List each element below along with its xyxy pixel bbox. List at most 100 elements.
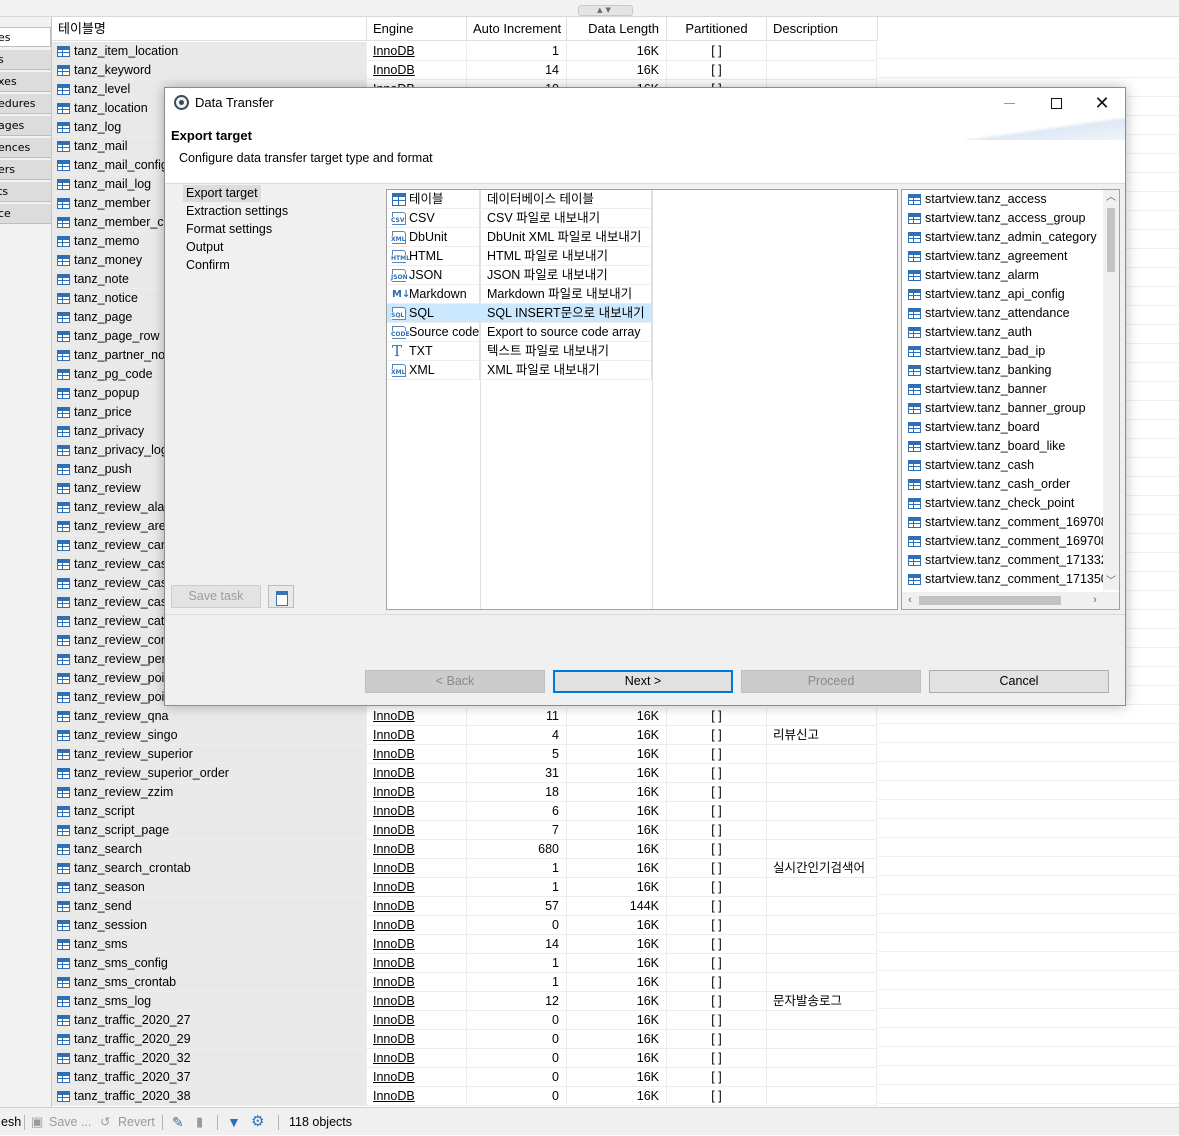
engine-cell[interactable]: InnoDB [367, 1011, 467, 1030]
source-table-item[interactable]: startview.tanz_check_point [902, 494, 1104, 513]
table-row[interactable]: tanz_review_qna InnoDB 11 16K[ ] [52, 707, 878, 726]
engine-cell[interactable]: InnoDB [367, 840, 467, 859]
table-row[interactable]: tanz_review_superior_order InnoDB 31 16K[ ] [52, 764, 878, 783]
save-task-icon-button[interactable] [268, 585, 294, 608]
table-row[interactable]: tanz_sms_crontab InnoDB 1 16K[ ] [52, 973, 878, 992]
source-table-item[interactable]: startview.tanz_attendance [902, 304, 1104, 323]
export-type-row[interactable]: Source codeExport to source code array [387, 323, 897, 342]
source-table-item[interactable]: startview.tanz_board [902, 418, 1104, 437]
back-button[interactable]: < Back [365, 670, 545, 693]
object-tab[interactable]: s [0, 50, 51, 70]
minimize-icon[interactable] [987, 88, 1033, 118]
horizontal-scroll-thumb[interactable] [919, 596, 1061, 605]
column-header-name[interactable]: 테이블명 [52, 17, 367, 41]
source-table-item[interactable]: startview.tanz_bad_ip [902, 342, 1104, 361]
proceed-button[interactable]: Proceed [741, 670, 921, 693]
engine-cell[interactable]: InnoDB [367, 859, 467, 878]
export-type-row[interactable]: JSON JSON 파일로 내보내기 [387, 266, 897, 285]
source-table-item[interactable]: startview.tanz_comment_171350 [902, 570, 1104, 589]
table-row[interactable]: tanz_sms InnoDB 14 16K[ ] [52, 935, 878, 954]
engine-cell[interactable]: InnoDB [367, 61, 467, 80]
scroll-right-icon[interactable]: › [1087, 592, 1103, 609]
engine-cell[interactable]: InnoDB [367, 707, 467, 726]
table-row[interactable]: tanz_session InnoDB 0 16K[ ] [52, 916, 878, 935]
source-table-item[interactable]: startview.tanz_access [902, 190, 1104, 209]
close-icon[interactable]: ✕ [1079, 88, 1125, 118]
revert-button[interactable]: Revert [118, 1108, 155, 1136]
gear-icon[interactable]: ⚙ [251, 1108, 264, 1136]
engine-cell[interactable]: InnoDB [367, 916, 467, 935]
source-table-item[interactable]: startview.tanz_comment_171332 [902, 551, 1104, 570]
source-table-item[interactable]: startview.tanz_admin_category [902, 228, 1104, 247]
object-tab[interactable]: es [0, 27, 51, 47]
engine-cell[interactable]: InnoDB [367, 1049, 467, 1068]
scroll-up-icon[interactable]: ︿ [1103, 190, 1119, 206]
scroll-left-icon[interactable]: ‹ [902, 592, 918, 609]
engine-cell[interactable]: InnoDB [367, 897, 467, 916]
table-row[interactable]: tanz_search_crontab InnoDB 1 16K[ ] 실시간인기검색어 [52, 859, 878, 878]
export-type-row[interactable]: T TXT 텍스트 파일로 내보내기 [387, 342, 897, 361]
engine-cell[interactable]: InnoDB [367, 1030, 467, 1049]
column-header-auto-increment[interactable]: Auto Increment [467, 17, 567, 41]
wizard-step[interactable]: Extraction settings [183, 203, 291, 220]
table-row[interactable]: tanz_search InnoDB 680 16K[ ] [52, 840, 878, 859]
engine-cell[interactable]: InnoDB [367, 1068, 467, 1087]
scroll-down-icon[interactable]: ﹀ [1103, 574, 1119, 590]
collapse-panel-handle[interactable]: ▲▼ [578, 5, 633, 16]
engine-cell[interactable]: InnoDB [367, 954, 467, 973]
table-row[interactable]: tanz_traffic_2020_37 InnoDB 0 16K[ ] [52, 1068, 878, 1087]
table-row[interactable]: tanz_keyword InnoDB 14 16K[ ] [52, 61, 878, 80]
delete-icon[interactable]: ▮ [196, 1108, 203, 1136]
engine-cell[interactable]: InnoDB [367, 745, 467, 764]
engine-cell[interactable]: InnoDB [367, 42, 467, 61]
engine-cell[interactable]: InnoDB [367, 726, 467, 745]
column-header-partitioned[interactable]: Partitioned [667, 17, 767, 41]
wizard-step[interactable]: Output [183, 239, 227, 256]
source-table-item[interactable]: startview.tanz_cash_order [902, 475, 1104, 494]
column-header-data-length[interactable]: Data Length [567, 17, 667, 41]
engine-cell[interactable]: InnoDB [367, 973, 467, 992]
table-row[interactable]: tanz_sms_config InnoDB 1 16K[ ] [52, 954, 878, 973]
table-row[interactable]: tanz_traffic_2020_32 InnoDB 0 16K[ ] [52, 1049, 878, 1068]
export-type-row[interactable]: XML XML 파일로 내보내기 [387, 361, 897, 380]
object-tab[interactable]: ers [0, 160, 51, 180]
save-task-button[interactable]: Save task [171, 585, 261, 608]
source-table-item[interactable]: startview.tanz_auth [902, 323, 1104, 342]
engine-cell[interactable]: InnoDB [367, 802, 467, 821]
table-row[interactable]: tanz_review_singo InnoDB 4 16K[ ] 리뷰신고 [52, 726, 878, 745]
vertical-scrollbar[interactable]: ︿ ﹀ [1103, 190, 1119, 590]
save-button[interactable]: Save ... [49, 1108, 91, 1136]
wizard-step[interactable]: Export target [183, 185, 261, 202]
source-table-item[interactable]: startview.tanz_board_like [902, 437, 1104, 456]
engine-cell[interactable]: InnoDB [367, 1087, 467, 1106]
column-header-engine[interactable]: Engine [367, 17, 467, 41]
edit-icon[interactable]: ✎ [172, 1108, 184, 1136]
source-table-item[interactable]: startview.tanz_api_config [902, 285, 1104, 304]
table-row[interactable]: tanz_traffic_2020_38 InnoDB 0 16K[ ] [52, 1087, 878, 1106]
export-type-row[interactable]: M↓ Markdown Markdown 파일로 내보내기 [387, 285, 897, 304]
cancel-button[interactable]: Cancel [929, 670, 1109, 693]
table-row[interactable]: tanz_sms_log InnoDB 12 16K[ ] 문자발송로그 [52, 992, 878, 1011]
table-row[interactable]: tanz_script_page InnoDB 7 16K[ ] [52, 821, 878, 840]
table-row[interactable]: tanz_send InnoDB 57 144K[ ] [52, 897, 878, 916]
source-table-item[interactable]: startview.tanz_agreement [902, 247, 1104, 266]
source-table-item[interactable]: startview.tanz_banner_group [902, 399, 1104, 418]
dialog-titlebar[interactable]: Data Transfer ✕ [165, 88, 1125, 118]
object-tab[interactable]: ences [0, 138, 51, 158]
source-table-item[interactable]: startview.tanz_comment_169708 [902, 513, 1104, 532]
export-type-row[interactable]: 테이블 데이터베이스 테이블 [387, 190, 897, 209]
refresh-button[interactable]: esh [1, 1108, 21, 1136]
table-row[interactable]: tanz_traffic_2020_29 InnoDB 0 16K[ ] [52, 1030, 878, 1049]
table-row[interactable]: tanz_script InnoDB 6 16K[ ] [52, 802, 878, 821]
table-row[interactable]: tanz_review_superior InnoDB 5 16K[ ] [52, 745, 878, 764]
export-type-row[interactable]: CSV CSV 파일로 내보내기 [387, 209, 897, 228]
engine-cell[interactable]: InnoDB [367, 992, 467, 1011]
wizard-step[interactable]: Confirm [183, 257, 233, 274]
export-type-row[interactable]: SQL SQL INSERT문으로 내보내기 [387, 304, 897, 323]
object-tab[interactable]: xes [0, 72, 51, 92]
column-header-description[interactable]: Description [767, 17, 878, 41]
engine-cell[interactable]: InnoDB [367, 783, 467, 802]
vertical-scroll-thumb[interactable] [1107, 208, 1115, 272]
horizontal-scrollbar[interactable]: ‹ › [902, 592, 1103, 609]
export-type-row[interactable]: DbUnit DbUnit XML 파일로 내보내기 [387, 228, 897, 247]
